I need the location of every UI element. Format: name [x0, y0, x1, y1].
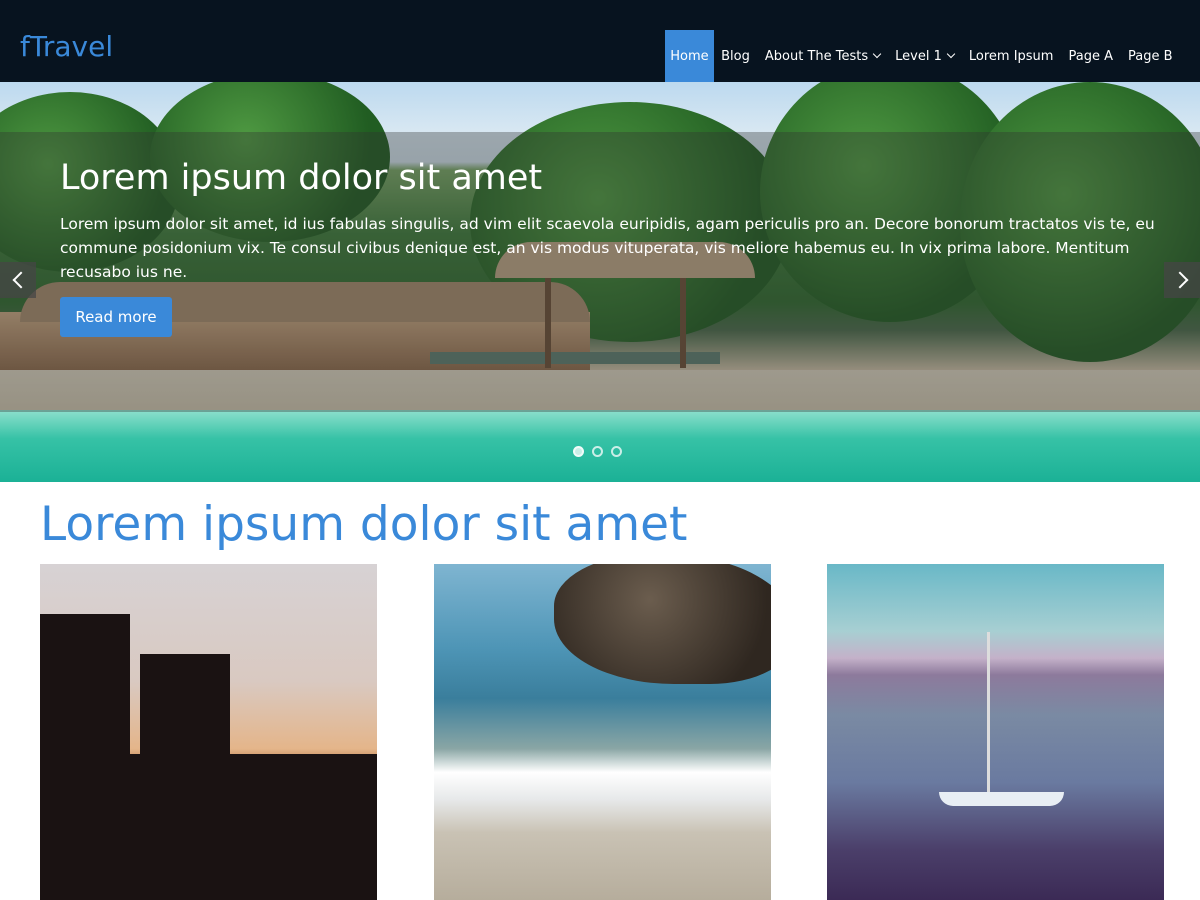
section-title: Lorem ipsum dolor sit amet	[40, 497, 688, 552]
nav-item-label: Lorem Ipsum	[968, 48, 1054, 64]
chevron-down-icon	[946, 49, 956, 59]
gallery-image-boat[interactable]	[827, 564, 1164, 900]
slider-dot-2[interactable]	[592, 446, 603, 457]
boat-mast	[987, 632, 990, 792]
slider-pagination	[573, 446, 622, 457]
nav-item-label: Level 1	[895, 48, 942, 64]
site-header: fTravel Home Blog About The Tests Level …	[0, 0, 1200, 82]
chevron-right-icon	[1171, 271, 1188, 289]
hero-slider: Lorem ipsum dolor sit amet Lorem ipsum d…	[0, 82, 1200, 482]
slider-prev-button[interactable]	[0, 262, 36, 298]
chevron-down-icon	[872, 49, 882, 59]
site-logo[interactable]: fTravel	[20, 30, 113, 64]
nav-item-label: About The Tests	[764, 48, 869, 64]
slider-dot-1[interactable]	[573, 446, 584, 457]
slide-text: Lorem ipsum dolor sit amet, id ius fabul…	[60, 215, 1155, 281]
nav-item-label: Page B	[1127, 48, 1173, 64]
nav-item-lorem-ipsum[interactable]: Lorem Ipsum	[961, 30, 1061, 82]
boat-hull	[939, 792, 1064, 806]
gallery-image-castle[interactable]	[40, 564, 377, 900]
nav-item-home[interactable]: Home	[665, 30, 714, 82]
castle-wall	[40, 754, 377, 900]
read-more-button[interactable]: Read more	[60, 297, 172, 337]
nav-item-blog[interactable]: Blog	[714, 30, 758, 82]
nav-item-label: Page A	[1068, 48, 1113, 64]
gallery-image-beach[interactable]	[434, 564, 771, 900]
slider-dot-3[interactable]	[611, 446, 622, 457]
nav-item-level-1[interactable]: Level 1	[888, 30, 962, 82]
slide-title: Lorem ipsum dolor sit amet	[60, 158, 543, 198]
nav-item-page-b[interactable]: Page B	[1120, 30, 1180, 82]
nav-item-page-a[interactable]: Page A	[1061, 30, 1121, 82]
beach-rock	[554, 564, 771, 684]
slider-next-button[interactable]	[1164, 262, 1200, 298]
nav-item-about-the-tests[interactable]: About The Tests	[757, 30, 887, 82]
main-nav: Home Blog About The Tests Level 1 Lorem …	[665, 30, 1180, 82]
chevron-left-icon	[12, 271, 29, 289]
nav-item-label: Blog	[721, 48, 750, 64]
nav-item-label: Home	[670, 48, 709, 64]
